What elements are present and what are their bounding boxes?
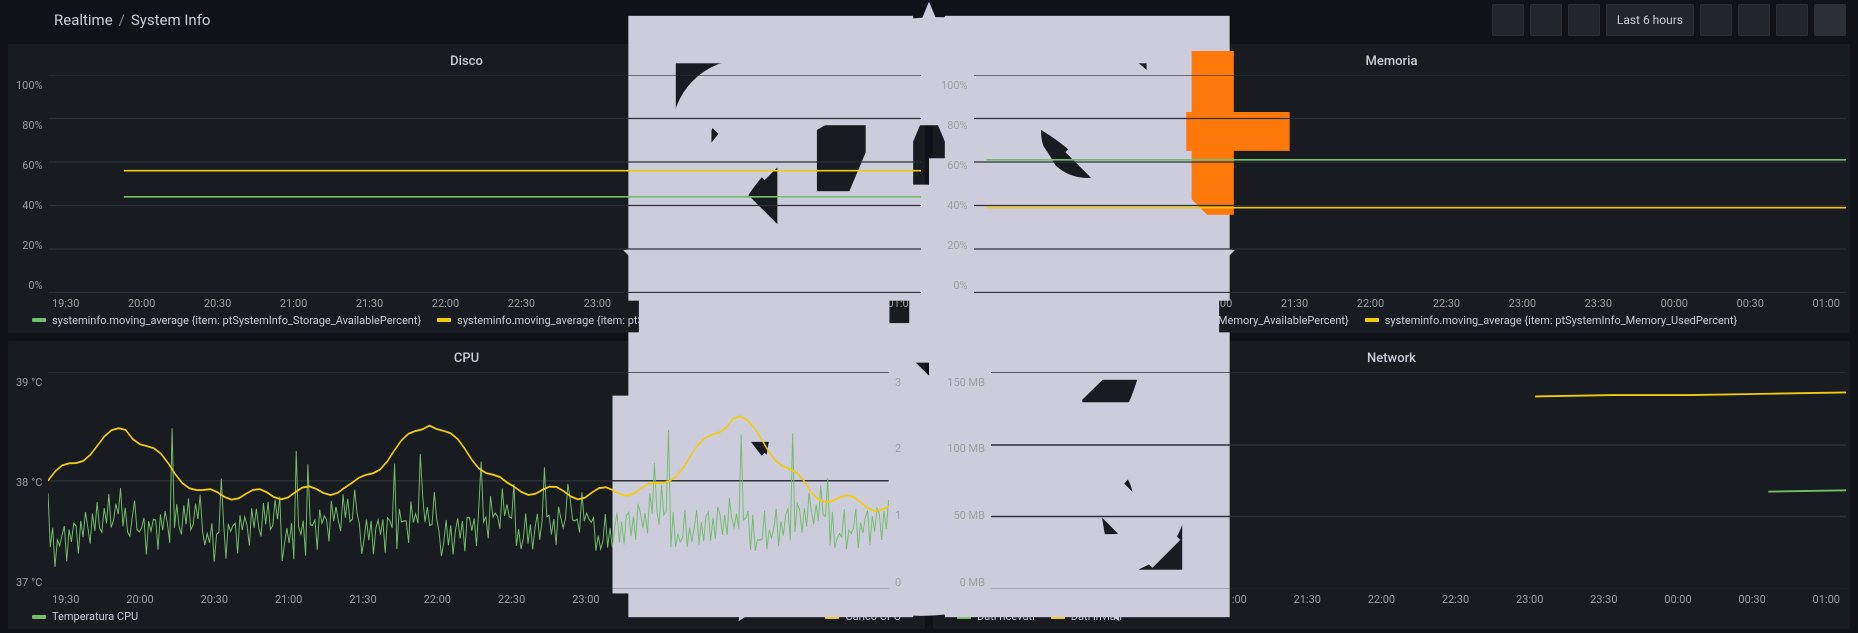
y-axis-cpu-left: 39 °C 38 °C 37 °C xyxy=(12,372,48,590)
panel-body-memoria: 100% 80% 60% 40% 20% 0% xyxy=(937,75,1846,293)
panel-body-disco: 100% 80% 60% 40% 20% 0% xyxy=(12,75,921,293)
chart-network xyxy=(991,372,1846,590)
y-axis-cpu-right: 3 2 1 0 xyxy=(889,372,921,590)
chart-disco xyxy=(49,75,921,293)
kiosk-icon[interactable] xyxy=(1814,4,1846,36)
chart-memoria xyxy=(974,75,1846,293)
panel-cpu[interactable]: CPU 39 °C 38 °C 37 °C 3 2 1 0 xyxy=(8,341,925,630)
panel-body-network: 150 MB 100 MB 50 MB 0 MB xyxy=(937,372,1846,590)
panel-disco[interactable]: Disco 100% 80% 60% 40% 20% 0% xyxy=(8,44,925,333)
y-axis-network: 150 MB 100 MB 50 MB 0 MB xyxy=(937,372,991,590)
topbar-right: + Last 6 hours xyxy=(1492,4,1846,36)
panel-memoria[interactable]: Memoria 100% 80% 60% 40% 20% 0% xyxy=(933,44,1850,333)
y-axis-disco: 100% 80% 60% 40% 20% 0% xyxy=(12,75,49,293)
chart-cpu xyxy=(48,372,889,590)
y-axis-memoria: 100% 80% 60% 40% 20% 0% xyxy=(937,75,974,293)
panel-body-cpu: 39 °C 38 °C 37 °C 3 2 1 0 xyxy=(12,372,921,590)
topbar: Realtime / System Info + Last 6 hours xyxy=(0,0,1858,40)
panel-network[interactable]: Network 150 MB 100 MB 50 MB 0 MB 19:3020… xyxy=(933,341,1850,630)
